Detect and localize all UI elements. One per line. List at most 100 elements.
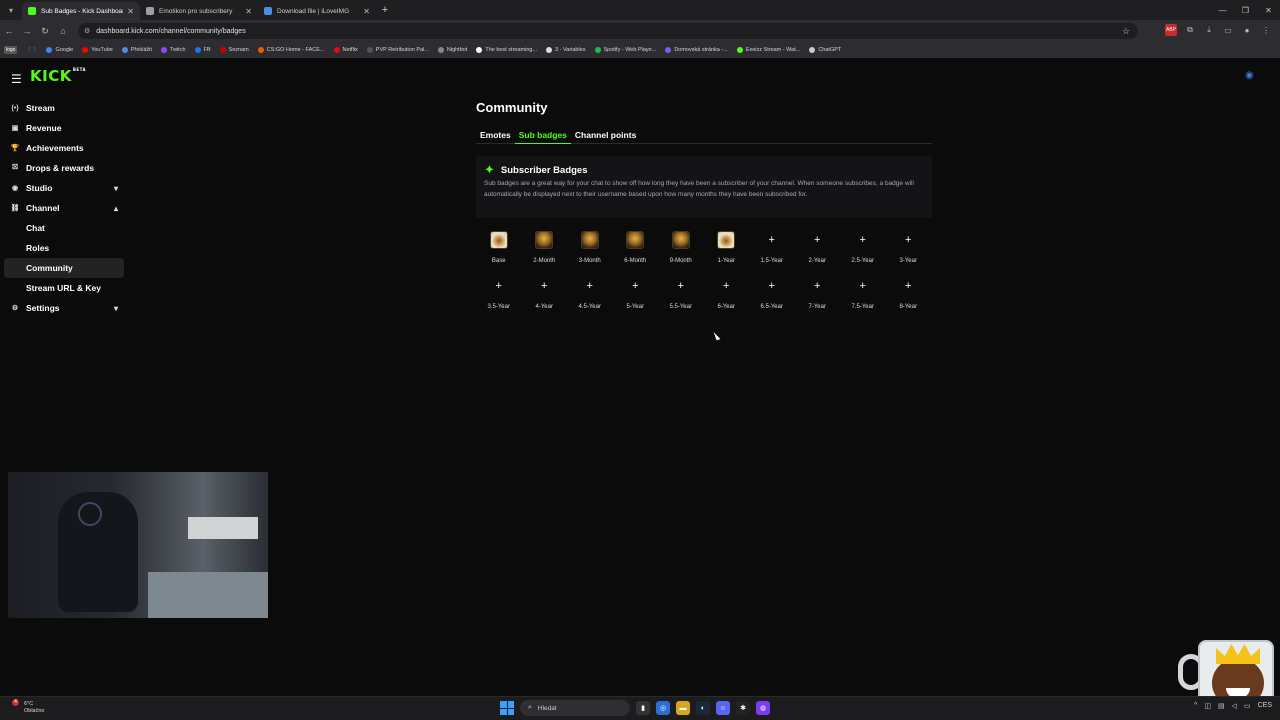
add-badge-button[interactable]: + [580, 276, 600, 296]
bookmark-item[interactable]: Exeizz Stream - Wat... [736, 47, 800, 53]
bookmark-item[interactable]: Twitch [160, 47, 186, 53]
sidebar-item-achievements[interactable]: 🏆 Achievements [4, 138, 124, 158]
language-indicator[interactable]: CES [1258, 702, 1272, 710]
add-badge-button[interactable]: + [534, 276, 554, 296]
browser-tab[interactable]: Download file | iLoveIMG ✕ [258, 2, 376, 20]
close-tab-icon[interactable]: ✕ [127, 7, 134, 16]
badge-image[interactable] [535, 231, 554, 249]
add-badge-button[interactable]: + [762, 230, 782, 250]
badge-image[interactable] [580, 231, 599, 249]
badge-image[interactable] [626, 231, 645, 249]
add-badge-button[interactable]: + [671, 276, 691, 296]
close-tab-icon[interactable]: ✕ [245, 7, 252, 16]
chevron-down-icon[interactable]: ▾ [114, 304, 118, 313]
bookmark-item[interactable]: Překlážit [121, 47, 152, 53]
badge-slot[interactable]: +7.5-Year [840, 274, 886, 310]
tab-search-icon[interactable]: ▾ [0, 0, 22, 20]
app-icon[interactable]: ✱ [736, 701, 750, 715]
badge-slot[interactable]: 6-Month [613, 228, 659, 264]
new-tab-button[interactable]: + [376, 4, 394, 16]
sidebar-item-chat[interactable]: Chat [4, 218, 124, 238]
badge-slot[interactable]: +5-Year [613, 274, 659, 310]
maximize-icon[interactable]: ❐ [1234, 0, 1257, 20]
bookmark-item[interactable]: Spotify - Web Playe... [594, 47, 656, 53]
badge-image[interactable] [717, 231, 736, 249]
tab-emotes[interactable]: Emotes [476, 130, 515, 144]
windows-start-icon[interactable] [500, 701, 514, 715]
bookmark-item[interactable]: Domovská stránka -... [665, 47, 728, 53]
bookmark-item[interactable]: logo [4, 46, 18, 54]
battery-icon[interactable]: ▭ [1244, 702, 1251, 710]
sidebar-item-stream-url-key[interactable]: Stream URL & Key [4, 278, 124, 298]
badge-slot[interactable]: 1-Year [704, 228, 750, 264]
forward-icon[interactable]: → [18, 26, 36, 36]
bookmark-item[interactable]: PVP Retribution Pal... [366, 47, 429, 53]
add-badge-button[interactable]: + [716, 276, 736, 296]
apps-grid-icon[interactable]: ⋮⋮ [26, 47, 37, 53]
bookmark-item[interactable]: Seznam [219, 47, 249, 53]
extension-icon[interactable]: ABP [1165, 24, 1177, 36]
bookmark-item[interactable]: CS:GO Home - FACE... [257, 47, 325, 53]
add-badge-button[interactable]: + [807, 230, 827, 250]
weather-widget[interactable]: 4 6°C Oblačno [12, 699, 45, 715]
add-badge-button[interactable]: + [898, 276, 918, 296]
site-info-icon[interactable]: ⚙ [84, 27, 90, 35]
tray-app-icon[interactable]: ◫ [1204, 702, 1211, 710]
badge-slot[interactable]: 9-Month [658, 228, 704, 264]
bookmark-item[interactable]: YouTube [82, 47, 113, 53]
bookmark-item[interactable]: The best streaming... [476, 47, 537, 53]
chevron-up-icon[interactable]: ▴ [114, 204, 118, 213]
sidebar-item-studio[interactable]: ◉ Studio ▾ [4, 178, 124, 198]
badge-slot[interactable]: +3-Year [886, 228, 932, 264]
badge-slot[interactable]: 3-Month [567, 228, 613, 264]
badge-image[interactable] [489, 231, 508, 249]
steam-icon[interactable]: ◐ [696, 701, 710, 715]
badge-slot[interactable]: +6.5-Year [749, 274, 795, 310]
bookmark-item[interactable]: ChatGPT [809, 47, 841, 53]
tab-channel-points[interactable]: Channel points [571, 130, 640, 144]
sidebar-item-channel[interactable]: ⛓ Channel ▴ [4, 198, 124, 218]
bookmark-item[interactable]: FB [194, 47, 211, 53]
profile-icon[interactable]: ● [1241, 24, 1253, 36]
sidebar-item-roles[interactable]: Roles [4, 238, 124, 258]
bookmark-star-icon[interactable]: ☆ [1122, 26, 1130, 37]
badge-slot[interactable]: +2.5-Year [840, 228, 886, 264]
extensions-puzzle-icon[interactable]: ⧉ [1184, 24, 1196, 36]
browser-tab[interactable]: Sub Badges - Kick Dashboard ✕ [22, 2, 140, 20]
add-badge-button[interactable]: + [807, 276, 827, 296]
add-badge-button[interactable]: + [625, 276, 645, 296]
add-badge-button[interactable]: + [853, 230, 873, 250]
back-icon[interactable]: ← [0, 26, 18, 36]
sidebar-item-community[interactable]: Community [4, 258, 124, 278]
network-icon[interactable]: ▤ [1218, 702, 1225, 710]
close-window-icon[interactable]: ✕ [1257, 0, 1280, 20]
obs-icon[interactable]: ◍ [756, 701, 770, 715]
browser-menu-icon[interactable]: ⋮ [1260, 24, 1272, 36]
badge-slot[interactable]: +7-Year [795, 274, 841, 310]
kick-logo[interactable]: KICKBETA [30, 67, 86, 85]
add-badge-button[interactable]: + [898, 230, 918, 250]
add-badge-button[interactable]: + [762, 276, 782, 296]
close-tab-icon[interactable]: ✕ [363, 7, 370, 16]
bookmark-item[interactable]: 3 - Variables [546, 47, 586, 53]
badge-slot[interactable]: +3.5-Year [476, 274, 522, 310]
sidebar-item-stream[interactable]: (•) Stream [4, 98, 124, 118]
badge-slot[interactable]: +4.5-Year [567, 274, 613, 310]
task-view-icon[interactable]: ▮ [636, 701, 650, 715]
file-explorer-icon[interactable]: ▬ [676, 701, 690, 715]
badge-image[interactable] [671, 231, 690, 249]
badge-slot[interactable]: Base [476, 228, 522, 264]
badge-slot[interactable]: +5.5-Year [658, 274, 704, 310]
sidebar-item-revenue[interactable]: ▣ Revenue [4, 118, 124, 138]
chevron-down-icon[interactable]: ▾ [114, 184, 118, 193]
discord-icon[interactable]: ☺ [716, 701, 730, 715]
tray-chevron-icon[interactable]: ^ [1194, 702, 1197, 710]
sidebar-item-settings[interactable]: ⚙ Settings ▾ [4, 298, 124, 318]
browser-tab[interactable]: Emotikon pro subscribery ✕ [140, 2, 258, 20]
home-icon[interactable]: ⌂ [54, 26, 72, 36]
reload-icon[interactable]: ↻ [36, 26, 54, 37]
badge-slot[interactable]: +4-Year [522, 274, 568, 310]
minimize-icon[interactable]: — [1211, 0, 1234, 20]
menu-icon[interactable]: ☰ [11, 72, 22, 86]
bookmark-item[interactable]: Google [46, 47, 73, 53]
